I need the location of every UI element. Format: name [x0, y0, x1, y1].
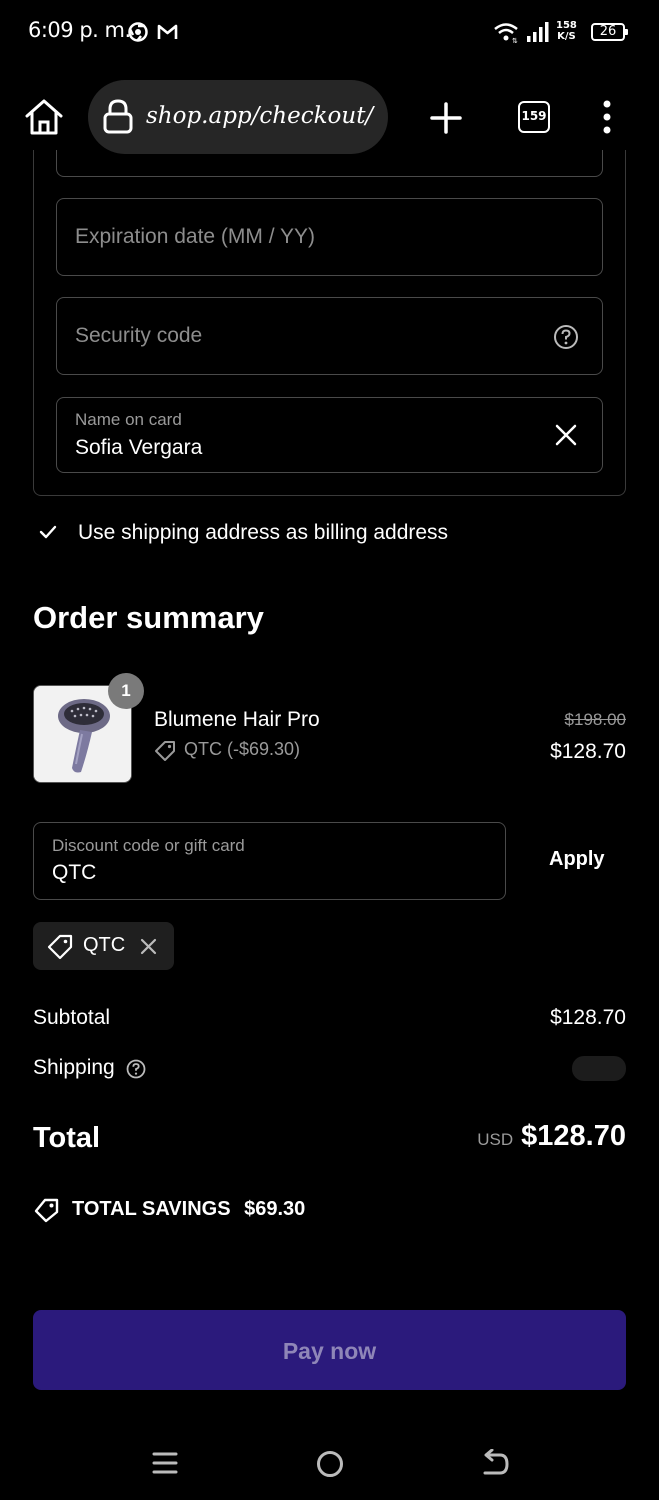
total-savings: TOTAL SAVINGS $69.30	[72, 1198, 305, 1221]
discount-code-field[interactable]: Discount code or gift card QTC	[33, 822, 506, 900]
status-time: 6:09 p. m.	[28, 18, 131, 42]
signal-icon	[527, 22, 549, 42]
url-text[interactable]: shop.app/checkout/7	[146, 103, 376, 129]
remove-discount-icon[interactable]	[140, 938, 157, 955]
applied-discount-chip: QTC	[33, 922, 174, 970]
tag-icon	[47, 934, 73, 960]
checkmark-icon[interactable]	[39, 524, 57, 540]
savings-value: $69.30	[244, 1198, 306, 1220]
svg-text:⇅: ⇅	[512, 37, 518, 43]
tag-icon	[155, 741, 175, 761]
shipping-loading-placeholder	[572, 1056, 626, 1081]
back-nav-icon[interactable]	[480, 1449, 510, 1477]
gmail-icon	[157, 24, 178, 39]
savings-label: TOTAL SAVINGS	[72, 1198, 231, 1220]
item-price: $128.70	[550, 740, 626, 763]
quantity-badge: 1	[108, 673, 144, 709]
discount-value: QTC	[52, 861, 97, 884]
product-name: Blumene Hair Pro	[154, 708, 320, 731]
clear-icon[interactable]	[555, 424, 577, 446]
order-summary-title: Order summary	[33, 600, 264, 635]
lock-icon[interactable]	[102, 99, 134, 135]
currency-label: USD	[477, 1130, 514, 1149]
home-nav-icon[interactable]	[315, 1449, 345, 1479]
name-on-card-value: Sofia Vergara	[75, 436, 203, 459]
expiration-date-field[interactable]: Expiration date (MM / YY)	[56, 198, 603, 276]
total-amount: USD $128.70	[477, 1120, 626, 1153]
recent-apps-icon[interactable]	[152, 1450, 178, 1476]
battery-indicator: 26	[591, 23, 628, 41]
chip-label: QTC	[83, 934, 126, 956]
home-icon[interactable]	[24, 98, 64, 136]
security-code-field[interactable]: Security code	[56, 297, 603, 375]
discount-label: Discount code or gift card	[52, 836, 245, 855]
card-number-field[interactable]	[56, 150, 603, 177]
chrome-icon	[128, 22, 148, 42]
shipping-label: Shipping	[33, 1056, 115, 1079]
item-discount-tag: QTC (-$69.30)	[184, 739, 301, 759]
network-speed: 158 K/S	[556, 20, 577, 42]
security-placeholder: Security code	[75, 324, 203, 347]
wifi-icon: ⇅	[494, 23, 518, 43]
savings-tag-icon	[34, 1198, 59, 1223]
pay-now-button[interactable]: Pay now	[33, 1310, 626, 1390]
total-label: Total	[33, 1122, 101, 1154]
expiration-placeholder: Expiration date (MM / YY)	[75, 225, 316, 248]
name-on-card-label: Name on card	[75, 410, 182, 429]
help-icon[interactable]	[553, 324, 579, 350]
help-icon[interactable]	[126, 1059, 146, 1079]
tab-count-button[interactable]: 159	[518, 101, 550, 133]
total-value: $128.70	[521, 1120, 626, 1152]
original-price: $198.00	[564, 710, 626, 729]
new-tab-icon[interactable]	[430, 102, 462, 134]
billing-checkbox-label[interactable]: Use shipping address as billing address	[78, 521, 448, 545]
subtotal-label: Subtotal	[33, 1006, 111, 1029]
subtotal-value: $128.70	[550, 1006, 626, 1029]
name-on-card-field[interactable]: Name on card Sofia Vergara	[56, 397, 603, 473]
apply-button[interactable]: Apply	[549, 848, 605, 871]
more-menu-icon[interactable]	[600, 100, 614, 134]
